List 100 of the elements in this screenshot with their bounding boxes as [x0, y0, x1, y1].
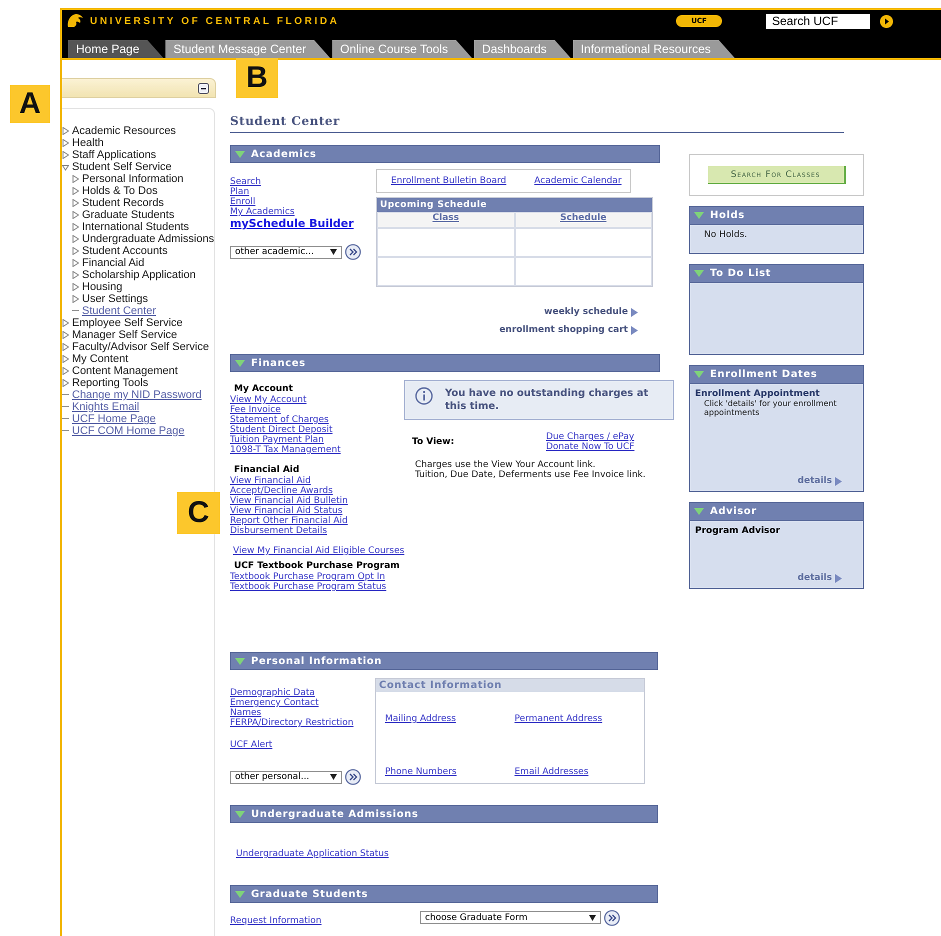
- nav-item[interactable]: Undergraduate Admissions: [82, 233, 214, 245]
- nav-item[interactable]: Content Management: [72, 365, 178, 377]
- link[interactable]: 1098-T Tax Management: [230, 445, 341, 455]
- details-link[interactable]: details: [798, 476, 832, 486]
- nav-link[interactable]: Knights Email: [72, 401, 140, 413]
- link[interactable]: Student Direct Deposit: [230, 425, 333, 435]
- collapse-triangle-icon[interactable]: [694, 508, 704, 515]
- nav-item[interactable]: Student Accounts: [82, 245, 168, 257]
- link[interactable]: Phone Numbers: [385, 767, 457, 777]
- nav-item[interactable]: Health: [72, 137, 104, 149]
- link[interactable]: Mailing Address: [385, 714, 456, 724]
- details-link[interactable]: details: [798, 573, 832, 583]
- collapse-triangle-icon[interactable]: [694, 212, 704, 219]
- nav-item[interactable]: International Students: [82, 221, 190, 233]
- collapse-icon[interactable]: [198, 82, 209, 94]
- link[interactable]: UCF Alert: [230, 740, 272, 750]
- collapsed-triangle-icon[interactable]: [72, 211, 79, 219]
- search-for-classes-button[interactable]: Search For Classes: [708, 166, 846, 184]
- collapsed-triangle-icon[interactable]: [62, 127, 69, 135]
- nav-item[interactable]: Personal Information: [82, 173, 184, 185]
- nav-link[interactable]: UCF Home Page: [72, 413, 156, 425]
- link[interactable]: Email Addresses: [514, 767, 588, 777]
- link[interactable]: Names: [230, 708, 262, 718]
- nav-tab[interactable]: Home Page: [68, 40, 164, 58]
- nav-item[interactable]: Scholarship Application: [82, 269, 196, 281]
- collapsed-triangle-icon[interactable]: [62, 355, 69, 363]
- collapsed-triangle-icon[interactable]: [72, 187, 79, 195]
- collapse-triangle-icon[interactable]: [235, 360, 245, 366]
- nav-item[interactable]: User Settings: [82, 293, 148, 305]
- nav-item[interactable]: Student Records: [82, 197, 164, 209]
- link[interactable]: Accept/Decline Awards: [230, 486, 333, 496]
- nav-item[interactable]: Student Self Service: [72, 161, 172, 173]
- search-go-icon[interactable]: [880, 14, 893, 28]
- nav-item[interactable]: My Content: [72, 353, 128, 365]
- link[interactable]: enrollment shopping cart: [499, 325, 628, 335]
- collapsed-triangle-icon[interactable]: [72, 223, 79, 231]
- dropdown[interactable]: other academic...: [230, 246, 342, 258]
- collapse-triangle-icon[interactable]: [694, 371, 704, 378]
- collapse-triangle-icon[interactable]: [235, 890, 245, 898]
- link[interactable]: Academic Calendar: [534, 176, 622, 186]
- collapsed-triangle-icon[interactable]: [62, 151, 69, 159]
- nav-item[interactable]: Manager Self Service: [72, 329, 178, 341]
- link[interactable]: Due Charges / ePay: [546, 432, 634, 442]
- column-header[interactable]: Class: [377, 212, 514, 228]
- link[interactable]: Search: [230, 177, 261, 187]
- link[interactable]: Emergency Contact: [230, 698, 319, 708]
- link[interactable]: Fee Invoice: [230, 405, 281, 415]
- collapsed-triangle-icon[interactable]: [62, 343, 69, 351]
- link[interactable]: Permanent Address: [514, 714, 602, 724]
- collapse-triangle-icon[interactable]: [235, 150, 245, 158]
- link[interactable]: View Financial Aid Bulletin: [230, 496, 348, 506]
- nav-link[interactable]: UCF COM Home Page: [72, 425, 184, 437]
- nav-item[interactable]: Housing: [82, 281, 122, 293]
- collapsed-triangle-icon[interactable]: [72, 295, 79, 303]
- link[interactable]: View My Account: [230, 395, 307, 405]
- collapse-triangle-icon[interactable]: [235, 658, 245, 664]
- link[interactable]: mySchedule Builder: [230, 217, 354, 230]
- link[interactable]: Disbursement Details: [230, 526, 328, 536]
- collapsed-triangle-icon[interactable]: [72, 259, 79, 267]
- collapse-triangle-icon[interactable]: [694, 270, 704, 277]
- collapsed-triangle-icon[interactable]: [72, 247, 79, 255]
- nav-item[interactable]: Employee Self Service: [72, 317, 183, 329]
- collapsed-triangle-icon[interactable]: [72, 271, 79, 279]
- link[interactable]: View Financial Aid Status: [230, 506, 342, 516]
- expanded-triangle-icon[interactable]: [62, 164, 69, 170]
- dropdown[interactable]: choose Graduate Form: [420, 911, 601, 924]
- nav-item[interactable]: Holds & To Dos: [82, 185, 158, 197]
- collapsed-triangle-icon[interactable]: [72, 175, 79, 183]
- link[interactable]: Enroll: [230, 197, 256, 207]
- link[interactable]: Textbook Purchase Program Status: [230, 582, 386, 592]
- link[interactable]: Request Information: [230, 916, 322, 926]
- nav-link[interactable]: Student Center: [82, 305, 156, 317]
- go-icon[interactable]: [345, 769, 361, 785]
- link[interactable]: weekly schedule: [544, 307, 628, 317]
- link[interactable]: Tuition Payment Plan: [230, 435, 324, 445]
- link[interactable]: Statement of Charges: [230, 415, 329, 425]
- go-icon[interactable]: [604, 910, 620, 926]
- collapsed-triangle-icon[interactable]: [72, 199, 79, 207]
- collapsed-triangle-icon[interactable]: [62, 319, 69, 327]
- collapsed-triangle-icon[interactable]: [72, 235, 79, 243]
- collapsed-triangle-icon[interactable]: [62, 379, 69, 387]
- go-icon[interactable]: [345, 244, 361, 260]
- nav-item[interactable]: Academic Resources: [72, 125, 176, 137]
- link[interactable]: View My Financial Aid Eligible Courses: [233, 546, 404, 556]
- collapsed-triangle-icon[interactable]: [62, 139, 69, 147]
- collapsed-triangle-icon[interactable]: [72, 283, 79, 291]
- link[interactable]: Undergraduate Application Status: [236, 849, 389, 859]
- nav-item[interactable]: Graduate Students: [82, 209, 174, 221]
- nav-item[interactable]: Staff Applications: [72, 149, 156, 161]
- nav-item[interactable]: Reporting Tools: [72, 377, 148, 389]
- nav-link[interactable]: Change my NID Password: [72, 389, 202, 401]
- link[interactable]: My Academics: [230, 207, 295, 217]
- nav-item[interactable]: Financial Aid: [82, 257, 144, 269]
- link[interactable]: FERPA/Directory Restriction: [230, 718, 354, 728]
- collapsed-triangle-icon[interactable]: [62, 367, 69, 375]
- link[interactable]: Enrollment Bulletin Board: [391, 176, 506, 186]
- link[interactable]: Plan: [230, 187, 250, 197]
- collapsed-triangle-icon[interactable]: [62, 331, 69, 339]
- link[interactable]: Donate Now To UCF: [546, 442, 634, 452]
- link[interactable]: Textbook Purchase Program Opt In: [230, 572, 386, 582]
